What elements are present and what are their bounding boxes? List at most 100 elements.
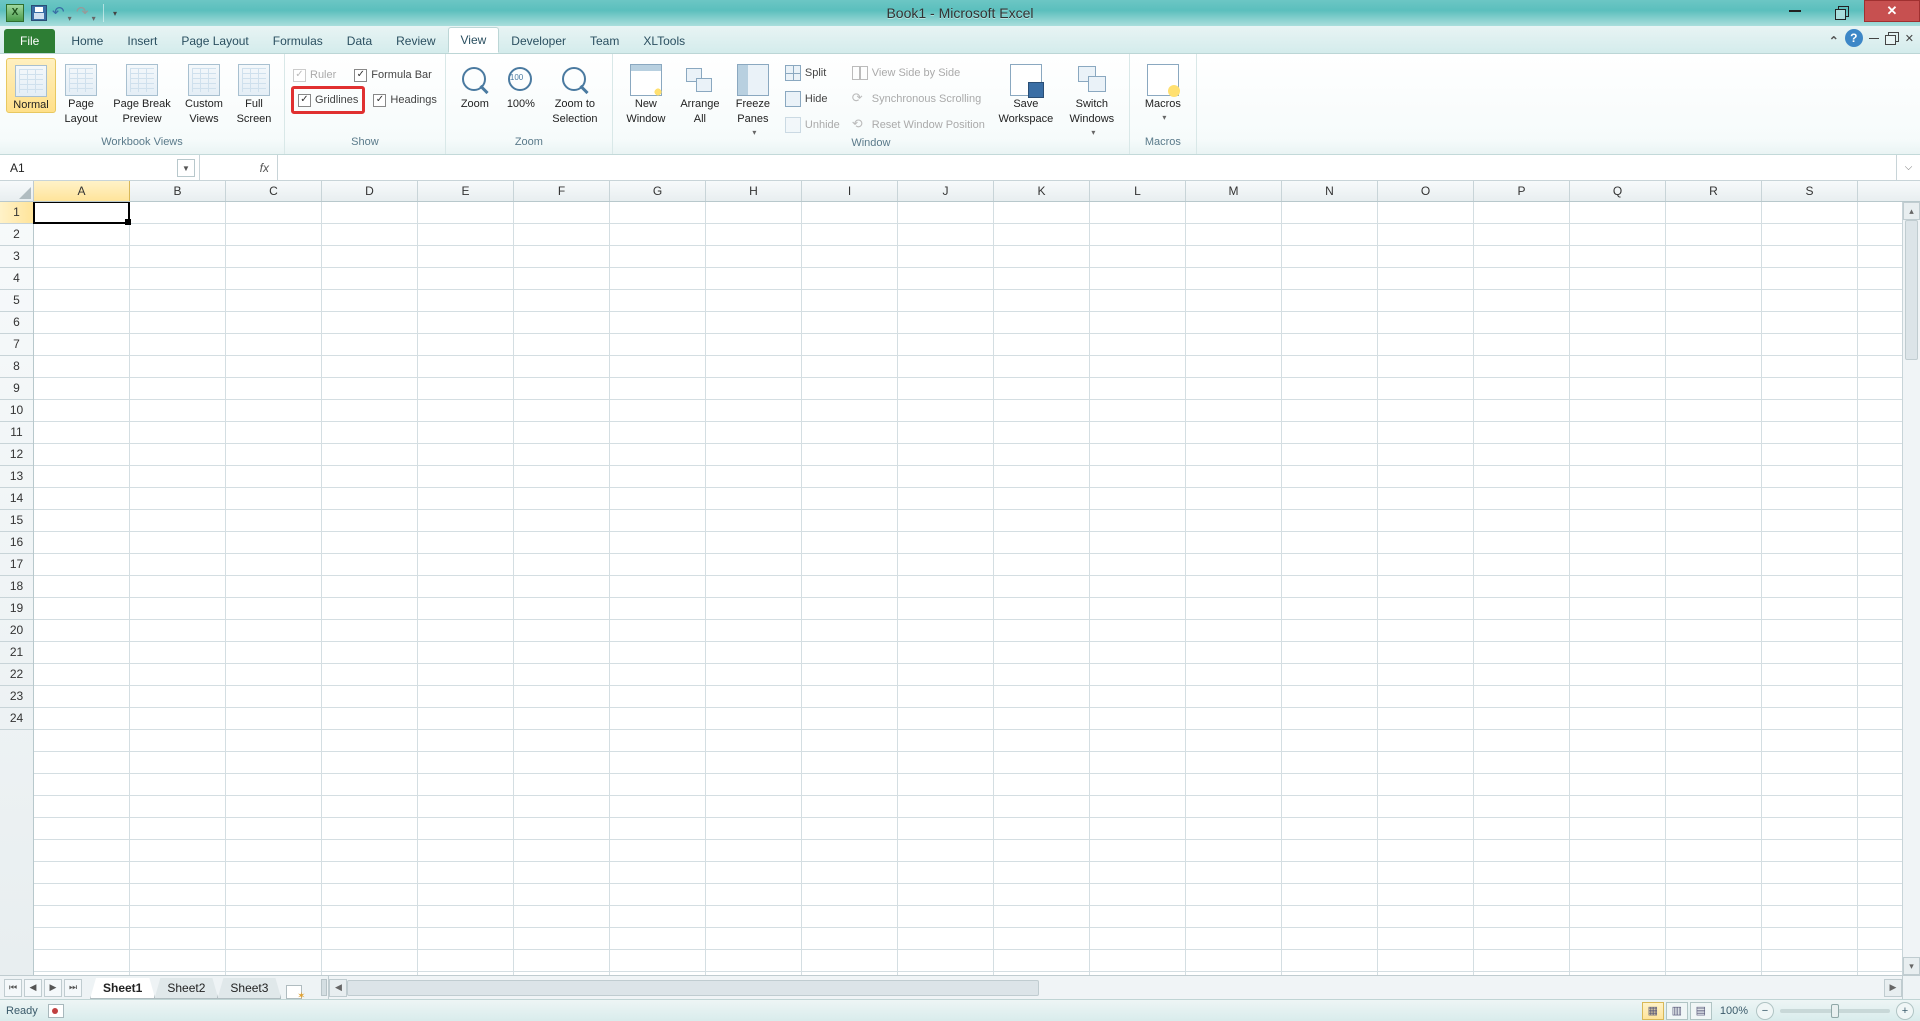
column-header[interactable]: S (1762, 181, 1858, 201)
column-header[interactable]: D (322, 181, 418, 201)
scroll-thumb[interactable] (347, 980, 1038, 996)
row-header[interactable]: 15 (0, 510, 33, 532)
column-header[interactable]: O (1378, 181, 1474, 201)
app-icon[interactable] (4, 2, 26, 24)
tab-team[interactable]: Team (578, 29, 631, 53)
headings-checkbox[interactable]: Headings (371, 89, 438, 111)
row-header[interactable]: 19 (0, 598, 33, 620)
vertical-split-handle[interactable] (1902, 976, 1920, 999)
split-button[interactable]: Split (785, 62, 840, 84)
tab-home[interactable]: Home (59, 29, 115, 53)
tab-review[interactable]: Review (384, 29, 447, 53)
gridlines-checkbox[interactable]: Gridlines (296, 89, 360, 111)
freeze-panes-button[interactable]: Freeze Panes (727, 58, 779, 137)
formula-bar-checkbox[interactable]: Formula Bar (352, 64, 434, 86)
select-all-button[interactable] (0, 181, 34, 201)
page-layout-view-button[interactable]: Page Layout (56, 58, 106, 126)
custom-views-button[interactable]: Custom Views (178, 58, 230, 126)
row-header[interactable]: 22 (0, 664, 33, 686)
row-header[interactable]: 24 (0, 708, 33, 730)
scroll-track[interactable] (347, 979, 1884, 997)
row-header[interactable]: 12 (0, 444, 33, 466)
record-macro-button[interactable] (48, 1004, 64, 1018)
zoom-button[interactable]: Zoom (452, 58, 498, 111)
sheet-nav-last[interactable]: ⏭ (64, 979, 82, 997)
row-header[interactable]: 18 (0, 576, 33, 598)
row-header[interactable]: 14 (0, 488, 33, 510)
row-header[interactable]: 2 (0, 224, 33, 246)
selected-cell[interactable] (33, 202, 130, 224)
view-page-break-button[interactable] (1690, 1002, 1712, 1020)
scroll-left-button[interactable]: ◀ (329, 979, 347, 997)
column-header[interactable]: J (898, 181, 994, 201)
window-minimize-button[interactable] (1772, 0, 1818, 22)
column-header[interactable]: B (130, 181, 226, 201)
column-header[interactable]: F (514, 181, 610, 201)
row-header[interactable]: 7 (0, 334, 33, 356)
qat-redo-button[interactable] (76, 2, 98, 24)
qat-save-button[interactable] (28, 2, 50, 24)
zoom-100-button[interactable]: 100% (498, 58, 544, 111)
column-header[interactable]: R (1666, 181, 1762, 201)
row-header[interactable]: 21 (0, 642, 33, 664)
row-header[interactable]: 5 (0, 290, 33, 312)
page-break-preview-button[interactable]: Page Break Preview (106, 58, 178, 126)
insert-worksheet-button[interactable] (280, 985, 308, 999)
formula-input[interactable] (278, 155, 1896, 180)
column-header[interactable]: E (418, 181, 514, 201)
name-box-dropdown[interactable] (177, 159, 195, 177)
scroll-thumb[interactable] (1905, 220, 1918, 360)
horizontal-scrollbar[interactable]: ◀ ▶ (328, 976, 1902, 999)
workbook-restore-button[interactable] (1885, 32, 1899, 44)
zoom-level[interactable]: 100% (1720, 1005, 1748, 1017)
hide-button[interactable]: Hide (785, 88, 840, 110)
row-header[interactable]: 9 (0, 378, 33, 400)
tab-scroll-resize-grip[interactable] (321, 979, 327, 996)
workbook-minimize-button[interactable] (1869, 38, 1879, 39)
zoom-slider[interactable] (1780, 1009, 1890, 1013)
name-box[interactable]: A1 (0, 155, 200, 180)
vertical-scrollbar[interactable] (1902, 202, 1920, 975)
zoom-out-button[interactable]: − (1756, 1002, 1774, 1020)
column-header[interactable]: C (226, 181, 322, 201)
workbook-close-button[interactable] (1905, 31, 1914, 45)
sheet-nav-next[interactable]: ▶ (44, 979, 62, 997)
column-header[interactable]: N (1282, 181, 1378, 201)
column-header[interactable]: K (994, 181, 1090, 201)
row-header[interactable]: 11 (0, 422, 33, 444)
qat-customize-button[interactable] (109, 4, 121, 22)
scroll-down-button[interactable] (1903, 957, 1920, 975)
column-header[interactable]: I (802, 181, 898, 201)
minimize-ribbon-button[interactable] (1829, 31, 1839, 45)
row-header[interactable]: 17 (0, 554, 33, 576)
sheet-nav-first[interactable]: ⏮ (4, 979, 22, 997)
row-header[interactable]: 10 (0, 400, 33, 422)
tab-data[interactable]: Data (335, 29, 384, 53)
macros-button[interactable]: Macros (1136, 58, 1190, 122)
tab-developer[interactable]: Developer (499, 29, 578, 53)
tab-formulas[interactable]: Formulas (261, 29, 335, 53)
row-header[interactable]: 8 (0, 356, 33, 378)
switch-windows-button[interactable]: Switch Windows (1061, 58, 1123, 137)
tab-view[interactable]: View (448, 27, 500, 53)
row-header[interactable]: 13 (0, 466, 33, 488)
window-close-button[interactable] (1864, 0, 1920, 22)
sheet-tab-sheet3[interactable]: Sheet3 (217, 978, 281, 999)
help-button[interactable]: ? (1845, 29, 1863, 47)
tab-insert[interactable]: Insert (115, 29, 169, 53)
window-restore-button[interactable] (1818, 0, 1864, 22)
view-page-layout-button[interactable] (1666, 1002, 1688, 1020)
column-header[interactable]: P (1474, 181, 1570, 201)
arrange-all-button[interactable]: Arrange All (673, 58, 727, 126)
row-header[interactable]: 4 (0, 268, 33, 290)
column-header[interactable]: H (706, 181, 802, 201)
row-header[interactable]: 6 (0, 312, 33, 334)
sheet-nav-prev[interactable]: ◀ (24, 979, 42, 997)
zoom-to-selection-button[interactable]: Zoom to Selection (544, 58, 606, 126)
row-header[interactable]: 1 (0, 202, 33, 224)
sheet-tab-sheet1[interactable]: Sheet1 (90, 978, 155, 999)
qat-undo-button[interactable] (52, 2, 74, 24)
scroll-up-button[interactable] (1903, 202, 1920, 220)
tab-page-layout[interactable]: Page Layout (169, 29, 260, 53)
new-window-button[interactable]: New Window (619, 58, 673, 126)
